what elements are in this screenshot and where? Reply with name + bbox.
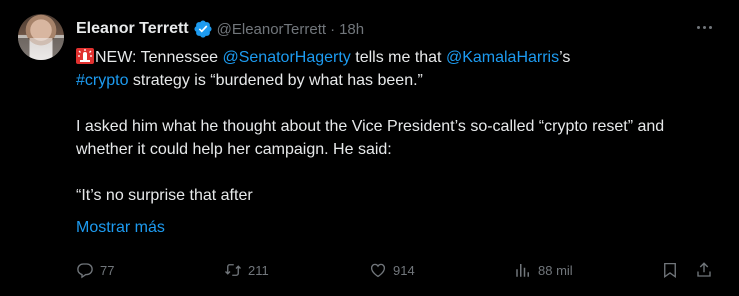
siren-emoji-icon — [76, 48, 94, 64]
more-icon[interactable] — [697, 22, 717, 32]
mention-senatorhagerty[interactable]: @SenatorHagerty — [222, 49, 350, 66]
hashtag-crypto[interactable]: #crypto — [76, 72, 128, 89]
separator-dot: · — [330, 20, 336, 38]
retweet-count: 211 — [248, 262, 269, 278]
tweet-line-1-prefix: NEW: Tennessee — [95, 49, 223, 66]
author-name[interactable]: Eleanor Terrett — [76, 20, 189, 38]
like-count: 914 — [393, 262, 415, 278]
share-icon — [697, 262, 711, 277]
bookmark-button[interactable] — [661, 258, 679, 282]
tweet-paragraph-2: I asked him what he thought about the Vi… — [76, 118, 665, 158]
tweet-line-2-rest: strategy is “burdened by what has been.” — [128, 72, 423, 89]
reply-icon — [77, 263, 93, 279]
retweet-button[interactable]: 211 — [224, 258, 269, 282]
retweet-icon — [225, 264, 241, 276]
like-icon — [370, 263, 386, 278]
views-icon — [516, 264, 529, 277]
verified-badge-icon — [194, 20, 212, 38]
tweet-paragraph-3: “It’s no surprise that after — [76, 187, 253, 204]
views-button[interactable]: 88 mil — [514, 258, 573, 282]
bookmark-icon — [664, 262, 676, 279]
action-bar: 77 211 914 88 mil — [76, 258, 716, 282]
views-count: 88 mil — [538, 262, 573, 278]
tweet-line-1-suffix: ’s — [559, 49, 571, 66]
share-button[interactable] — [695, 258, 713, 282]
author-handle[interactable]: @EleanorTerrett — [217, 21, 326, 38]
show-more-link[interactable]: Mostrar más — [76, 219, 165, 237]
reply-count: 77 — [100, 262, 115, 278]
tweet-line-1-middle: tells me that — [350, 49, 446, 66]
avatar[interactable] — [18, 14, 64, 60]
tweet-line-2: #crypto strategy is “burdened by what ha… — [76, 69, 696, 92]
tweet-line-1: NEW: Tennessee @SenatorHagerty tells me … — [76, 46, 696, 69]
timestamp[interactable]: 18h — [339, 21, 364, 38]
tweet-text: NEW: Tennessee @SenatorHagerty tells me … — [76, 46, 696, 207]
like-button[interactable]: 914 — [369, 258, 415, 282]
mention-kamalaharris[interactable]: @KamalaHarris — [446, 49, 559, 66]
reply-button[interactable]: 77 — [76, 258, 114, 282]
tweet: Eleanor Terrett @EleanorTerrett · 18h NE… — [0, 0, 739, 296]
tweet-header: Eleanor Terrett @EleanorTerrett · 18h — [76, 18, 364, 40]
